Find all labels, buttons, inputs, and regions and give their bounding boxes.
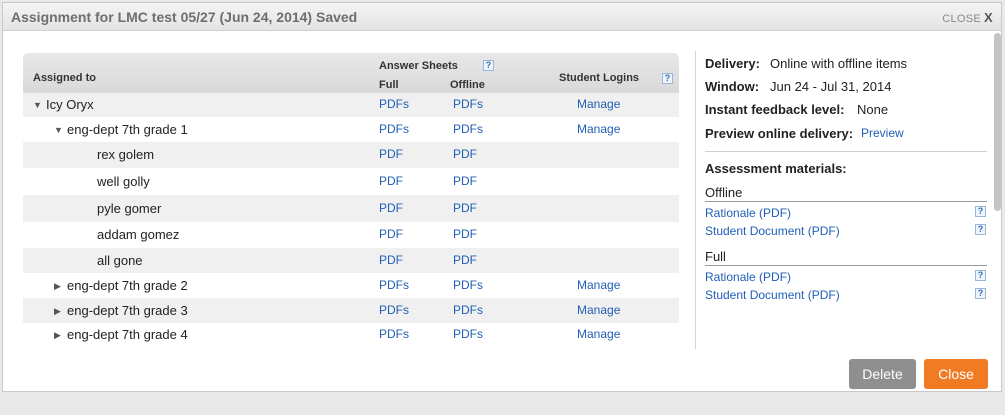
offline-rationale-help-icon[interactable]: ?: [975, 206, 986, 217]
delivery-label: Delivery:: [705, 56, 760, 71]
preview-label: Preview online delivery:: [705, 126, 854, 141]
details-scrollbar[interactable]: [994, 33, 1002, 333]
manage-logins-link[interactable]: Manage: [577, 303, 620, 317]
student-logins-help-icon[interactable]: ?: [662, 73, 673, 84]
offline-pdf-link[interactable]: PDF: [453, 174, 477, 188]
details-panel: Delivery: Online with offline items Wind…: [705, 51, 987, 351]
full-rationale-link[interactable]: Rationale (PDF): [705, 270, 791, 284]
expander-icon[interactable]: ▶: [54, 330, 61, 341]
header-student-logins: Student Logins: [559, 72, 640, 84]
row-name: pyle gomer: [97, 201, 162, 216]
full-pdf-link[interactable]: PDFs: [379, 122, 409, 136]
full-pdf-link[interactable]: PDFs: [379, 97, 409, 111]
answer-sheets-help-icon[interactable]: ?: [483, 60, 494, 71]
row-name: well golly: [97, 174, 150, 189]
full-pdf-link[interactable]: PDFs: [379, 303, 409, 317]
manage-logins-link[interactable]: Manage: [577, 327, 620, 341]
offline-pdf-link[interactable]: PDF: [453, 201, 477, 215]
header-answer-sheets: Answer Sheets: [379, 60, 458, 72]
offline-rationale-link[interactable]: Rationale (PDF): [705, 206, 791, 220]
delivery-value: Online with offline items: [770, 56, 908, 71]
table-row: ▼ eng-dept 7th grade 1 PDFs PDFs Manage: [23, 117, 679, 142]
offline-pdf-link[interactable]: PDFs: [453, 278, 483, 292]
manage-logins-link[interactable]: Manage: [577, 122, 620, 136]
row-name: eng-dept 7th grade 4: [67, 327, 188, 342]
expander-icon[interactable]: ▶: [54, 306, 61, 317]
scrollbar-thumb[interactable]: [994, 33, 1001, 211]
offline-pdf-link[interactable]: PDFs: [453, 327, 483, 341]
offline-pdf-link[interactable]: PDFs: [453, 303, 483, 317]
dialog-title: Assignment for LMC test 05/27 (Jun 24, 2…: [11, 9, 358, 25]
table-row: ▶ eng-dept 7th grade 3 PDFs PDFs Manage: [23, 298, 679, 323]
offline-divider: [705, 201, 987, 202]
row-name: eng-dept 7th grade 2: [67, 278, 188, 293]
full-student-doc-help-icon[interactable]: ?: [975, 288, 986, 299]
header-offline: Offline: [450, 79, 485, 91]
header-assigned-to: Assigned to: [33, 72, 96, 84]
dialog-close-link[interactable]: CLOSE X: [942, 10, 993, 25]
close-x-icon[interactable]: X: [984, 10, 993, 25]
window-label: Window:: [705, 79, 760, 94]
row-name: all gone: [97, 253, 143, 268]
full-pdf-link[interactable]: PDF: [379, 227, 403, 241]
header-full: Full: [379, 79, 399, 91]
preview-link[interactable]: Preview: [861, 126, 904, 140]
offline-pdf-link[interactable]: PDFs: [453, 97, 483, 111]
offline-pdf-link[interactable]: PDFs: [453, 122, 483, 136]
full-pdf-link[interactable]: PDFs: [379, 278, 409, 292]
close-label: CLOSE: [942, 13, 982, 25]
row-name: eng-dept 7th grade 3: [67, 303, 188, 318]
table-row: addam gomez PDF PDF: [23, 222, 679, 248]
assignment-dialog: Assignment for LMC test 05/27 (Jun 24, 2…: [2, 2, 1002, 392]
table-row: ▼ Icy Oryx PDFs PDFs Manage: [23, 93, 679, 117]
table-row: all gone PDF PDF: [23, 248, 679, 273]
manage-logins-link[interactable]: Manage: [577, 278, 620, 292]
row-name: Icy Oryx: [46, 97, 94, 112]
table-row: pyle gomer PDF PDF: [23, 195, 679, 222]
full-pdf-link[interactable]: PDF: [379, 147, 403, 161]
materials-label: Assessment materials:: [705, 161, 847, 176]
offline-student-doc-link[interactable]: Student Document (PDF): [705, 224, 840, 238]
full-pdf-link[interactable]: PDF: [379, 253, 403, 267]
table-row: ▶ eng-dept 7th grade 2 PDFs PDFs Manage: [23, 273, 679, 298]
details-divider: [705, 151, 987, 152]
expander-icon[interactable]: ▶: [54, 281, 61, 292]
full-rationale-help-icon[interactable]: ?: [975, 270, 986, 281]
table-header: Assigned to Answer Sheets ? Full Offline…: [23, 53, 679, 93]
offline-student-doc-help-icon[interactable]: ?: [975, 224, 986, 235]
delete-button[interactable]: Delete: [849, 359, 916, 389]
expander-icon[interactable]: ▼: [54, 125, 63, 135]
offline-heading: Offline: [705, 185, 743, 200]
close-button[interactable]: Close: [924, 359, 988, 389]
offline-pdf-link[interactable]: PDF: [453, 227, 477, 241]
table-row: ▶ eng-dept 7th grade 4 PDFs PDFs Manage: [23, 323, 679, 347]
row-name: rex golem: [97, 147, 155, 162]
full-pdf-link[interactable]: PDF: [379, 174, 403, 188]
offline-pdf-link[interactable]: PDF: [453, 253, 477, 267]
feedback-label: Instant feedback level:: [705, 102, 845, 117]
manage-logins-link[interactable]: Manage: [577, 97, 620, 111]
full-heading: Full: [705, 249, 726, 264]
full-student-doc-link[interactable]: Student Document (PDF): [705, 288, 840, 302]
assignment-table: Assigned to Answer Sheets ? Full Offline…: [23, 53, 679, 347]
full-pdf-link[interactable]: PDF: [379, 201, 403, 215]
panel-divider: [695, 51, 696, 349]
row-name: eng-dept 7th grade 1: [67, 122, 188, 137]
window-value: Jun 24 - Jul 31, 2014: [770, 79, 892, 94]
table-row: rex golem PDF PDF: [23, 142, 679, 168]
full-divider: [705, 265, 987, 266]
dialog-titlebar: Assignment for LMC test 05/27 (Jun 24, 2…: [3, 3, 1001, 31]
table-row: well golly PDF PDF: [23, 168, 679, 195]
offline-pdf-link[interactable]: PDF: [453, 147, 477, 161]
feedback-value: None: [857, 102, 889, 117]
row-name: addam gomez: [97, 227, 180, 242]
expander-icon[interactable]: ▼: [33, 100, 42, 110]
full-pdf-link[interactable]: PDFs: [379, 327, 409, 341]
